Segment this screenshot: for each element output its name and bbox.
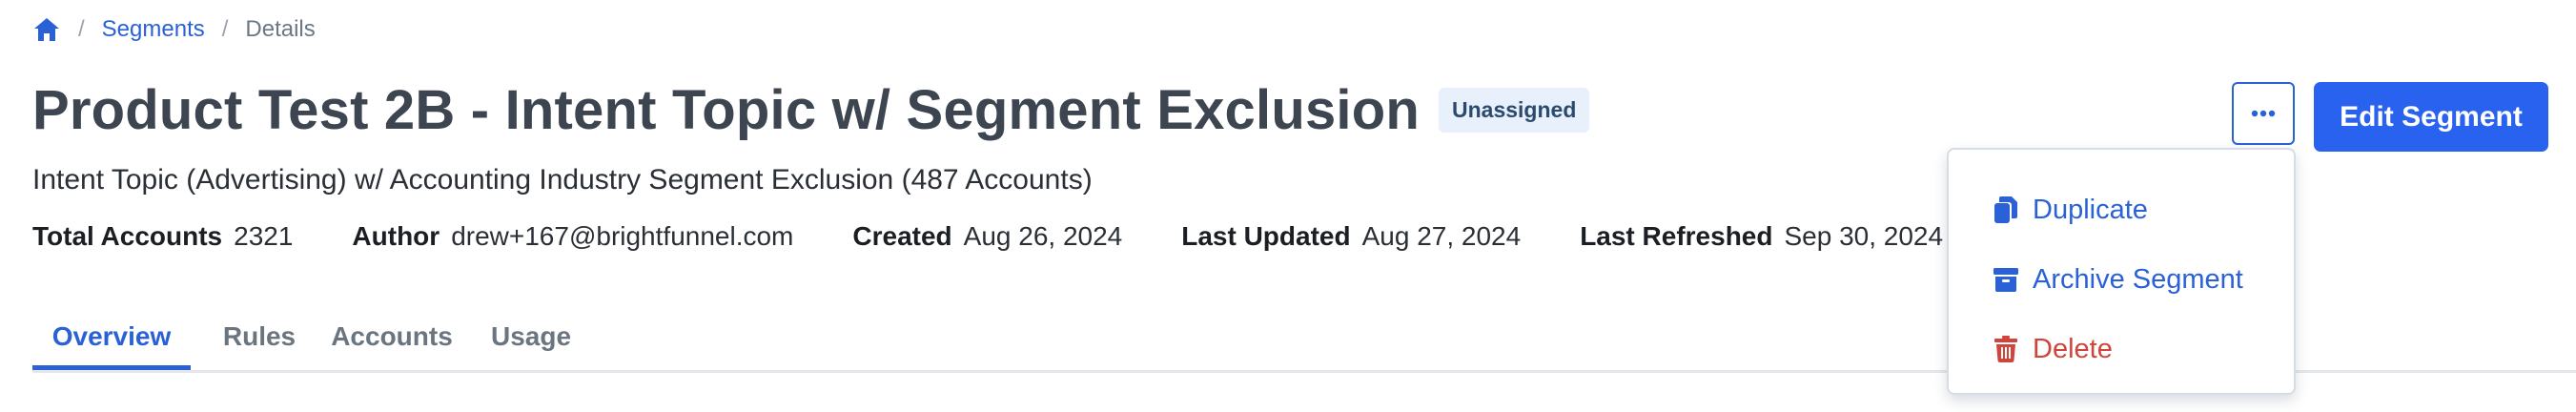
tab-rules[interactable]: Rules (212, 303, 307, 370)
tab-overview[interactable]: Overview (32, 303, 191, 370)
breadcrumb-current: Details (245, 16, 316, 42)
actions-dropdown-menu: Duplicate Archive Segment Delete (1947, 148, 2296, 395)
ellipsis-icon (2251, 105, 2276, 122)
segment-meta: Total Accounts 2321 Author drew+167@brig… (32, 221, 2002, 252)
meta-value: Aug 27, 2024 (1361, 221, 1522, 251)
menu-item-archive-segment[interactable]: Archive Segment (1993, 258, 2243, 300)
tab-usage[interactable]: Usage (479, 303, 583, 370)
breadcrumb: / Segments / Details (32, 15, 316, 44)
meta-author: Author drew+167@brightfunnel.com (352, 221, 793, 252)
meta-label: Last Updated (1181, 221, 1351, 251)
status-badge: Unassigned (1439, 88, 1590, 133)
menu-item-label: Archive Segment (2033, 263, 2243, 295)
breadcrumb-separator: / (221, 16, 229, 42)
meta-label: Total Accounts (32, 221, 223, 251)
meta-created: Created Aug 26, 2024 (852, 221, 1122, 252)
menu-item-label: Delete (2033, 333, 2113, 364)
breadcrumb-segments-link[interactable]: Segments (102, 16, 205, 43)
trash-icon (1993, 334, 2019, 364)
meta-value: 2321 (234, 221, 294, 251)
tab-accounts[interactable]: Accounts (320, 303, 463, 370)
menu-item-duplicate[interactable]: Duplicate (1993, 189, 2148, 231)
meta-value: Sep 30, 2024 (1784, 221, 1944, 251)
more-actions-button[interactable] (2232, 82, 2295, 145)
meta-label: Author (352, 221, 440, 251)
menu-item-delete[interactable]: Delete (1993, 328, 2113, 370)
meta-label: Last Refreshed (1580, 221, 1773, 251)
meta-value: drew+167@brightfunnel.com (451, 221, 794, 251)
meta-total-accounts: Total Accounts 2321 (32, 221, 293, 252)
edit-segment-button[interactable]: Edit Segment (2314, 82, 2548, 152)
page-title: Product Test 2B - Intent Topic w/ Segmen… (32, 79, 1420, 141)
segment-description: Intent Topic (Advertising) w/ Accounting… (32, 164, 1093, 196)
breadcrumb-separator: / (78, 16, 85, 42)
menu-item-label: Duplicate (2033, 194, 2148, 225)
meta-label: Created (852, 221, 952, 251)
archive-icon (1993, 264, 2019, 295)
title-row: Product Test 2B - Intent Topic w/ Segmen… (32, 78, 1590, 142)
copy-icon (1993, 195, 2019, 225)
meta-last-updated: Last Updated Aug 27, 2024 (1181, 221, 1521, 252)
meta-last-refreshed: Last Refreshed Sep 30, 2024 (1580, 221, 1943, 252)
home-icon[interactable] (32, 15, 61, 44)
meta-value: Aug 26, 2024 (963, 221, 1123, 251)
